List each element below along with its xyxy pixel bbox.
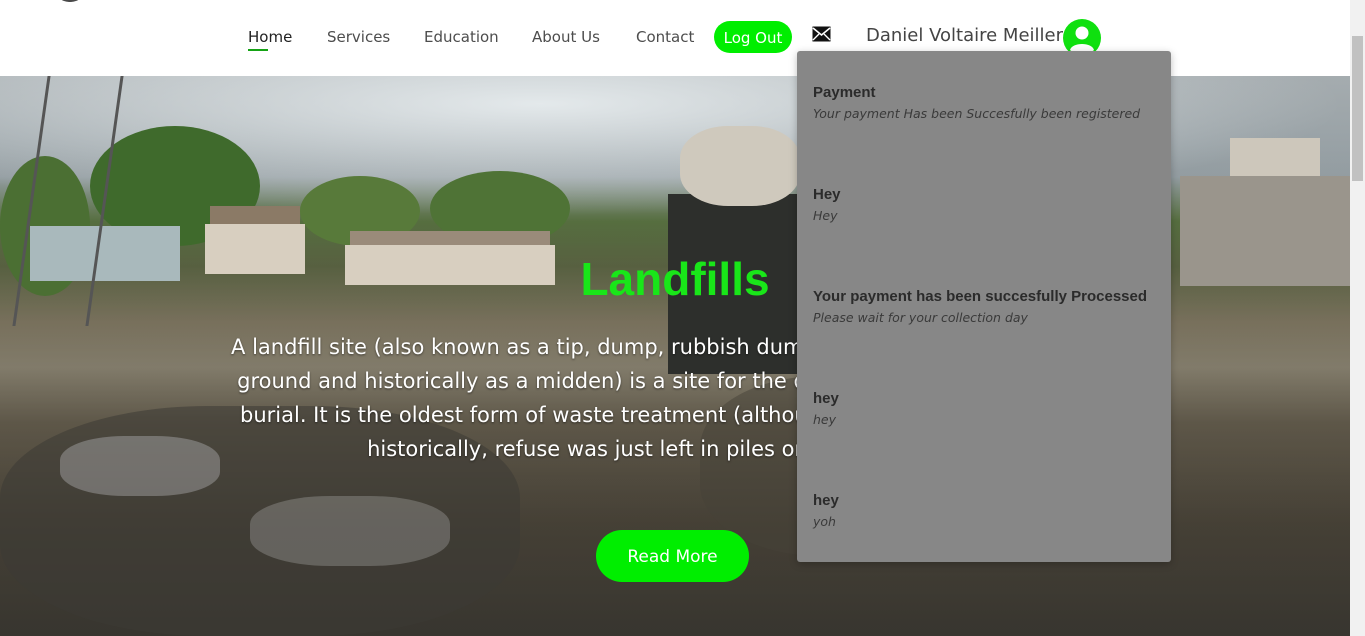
nav-education[interactable]: Education — [424, 27, 499, 47]
trash-pile-decoration — [680, 126, 800, 206]
nav-about-us[interactable]: About Us — [532, 27, 600, 47]
notification-item[interactable]: Your payment has been succesfully Proces… — [813, 288, 1163, 326]
read-more-button[interactable]: Read More — [596, 530, 749, 582]
notification-title: Hey — [813, 186, 841, 203]
house-decoration — [1230, 138, 1320, 178]
notification-item[interactable]: hey hey — [813, 390, 1163, 428]
active-nav-indicator — [248, 49, 268, 51]
notification-message: Hey — [813, 208, 838, 223]
roof-decoration — [350, 231, 550, 245]
roof-decoration — [210, 206, 300, 224]
user-name[interactable]: Daniel Voltaire Meiller — [866, 24, 1063, 48]
nav-contact[interactable]: Contact — [636, 27, 694, 47]
notifications-dropdown: Payment Your payment Has been Succesfull… — [797, 51, 1171, 562]
nav-home[interactable]: Home — [248, 27, 292, 47]
logout-button[interactable]: Log Out — [714, 21, 792, 53]
trash-pile-decoration — [60, 436, 220, 496]
notification-title: hey — [813, 492, 839, 509]
trash-pile-decoration — [250, 496, 450, 566]
notification-item[interactable]: Payment Your payment Has been Succesfull… — [813, 84, 1163, 122]
nav-services[interactable]: Services — [327, 27, 390, 47]
notification-message: hey — [813, 412, 837, 427]
envelope-icon[interactable] — [812, 26, 831, 42]
notification-item[interactable]: Hey Hey — [813, 186, 1163, 224]
notification-message: yoh — [813, 514, 836, 529]
scrollbar-thumb[interactable] — [1352, 36, 1363, 181]
notification-title: Payment — [813, 84, 876, 101]
notification-message: Your payment Has been Succesfully been r… — [813, 106, 1141, 121]
notification-message: Please wait for your collection day — [813, 310, 1028, 325]
notification-item[interactable]: hey yoh — [813, 492, 1163, 530]
logo[interactable] — [55, 0, 85, 2]
notification-title: hey — [813, 390, 839, 407]
notification-title: Your payment has been succesfully Proces… — [813, 288, 1148, 305]
